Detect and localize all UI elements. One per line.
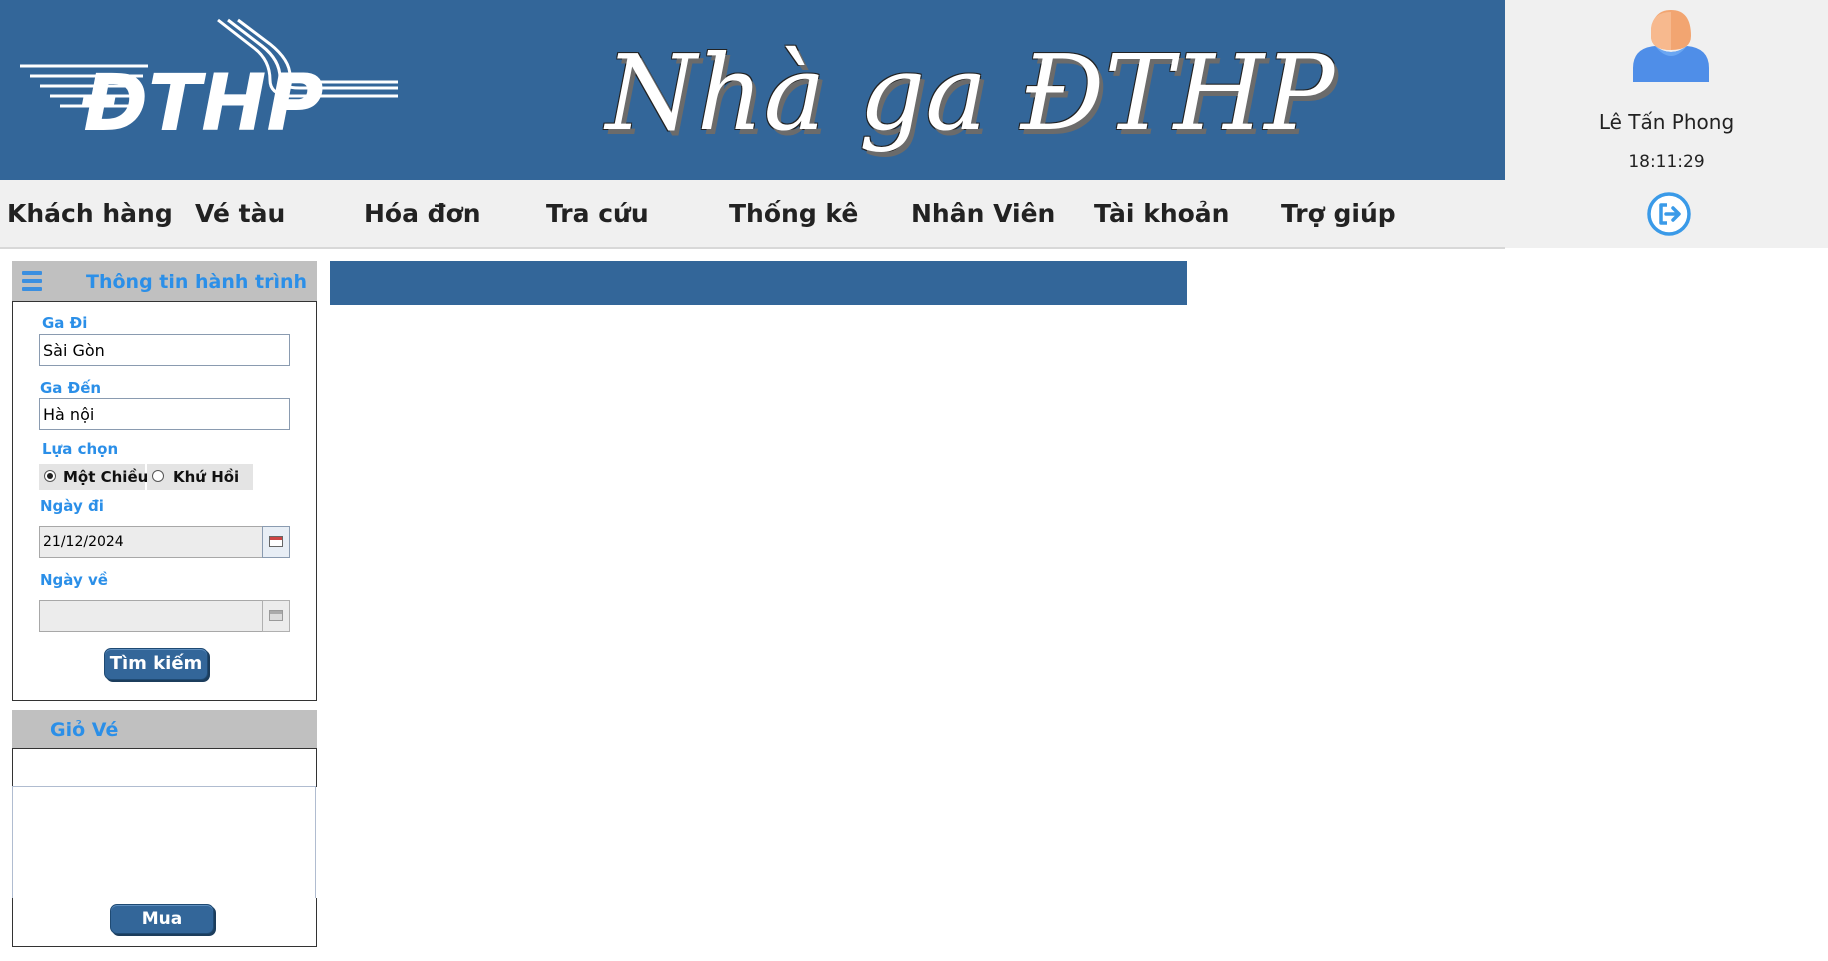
journey-form: Ga Đi Ga Đến Lựa chọn Một Chiều Khứ Hồi … (12, 301, 317, 701)
user-avatar-icon (1633, 10, 1709, 82)
cart-footer: Mua (12, 898, 317, 947)
buy-button[interactable]: Mua (110, 904, 214, 934)
to-station-label: Ga Đến (40, 379, 102, 397)
menu-tra-cuu[interactable]: Tra cứu (546, 180, 649, 247)
trip-option-label: Lựa chọn (42, 440, 119, 458)
from-station-label: Ga Đi (42, 314, 88, 332)
cart-ticket-list[interactable] (12, 786, 316, 899)
depart-date-picker-button[interactable] (262, 526, 290, 558)
cart-title: Giỏ Vé (50, 719, 119, 741)
one-way-radio-circle[interactable] (44, 470, 56, 482)
one-way-label: Một Chiều (63, 468, 149, 486)
user-panel: Lê Tấn Phong 18:11:29 (1505, 0, 1828, 248)
calendar-icon (269, 536, 283, 547)
menu-ve-tau[interactable]: Vé tàu (195, 180, 285, 247)
cart-summary-field[interactable] (12, 748, 317, 787)
menu-hoa-don[interactable]: Hóa đơn (364, 180, 481, 247)
logout-icon[interactable] (1646, 191, 1692, 237)
journey-panel-title: Thông tin hành trình (86, 271, 308, 293)
return-date-field (39, 600, 263, 632)
menu-khach-hang[interactable]: Khách hàng (7, 180, 173, 247)
logo-text: ĐTHP (81, 59, 324, 138)
depart-date-field[interactable]: 21/12/2024 (39, 526, 263, 558)
menu-nhan-vien[interactable]: Nhân Viên (911, 180, 1055, 247)
results-header-bar (330, 261, 1187, 305)
search-button[interactable]: Tìm kiếm (104, 648, 208, 680)
header-banner: ĐTHP Nhà ga ĐTHP (0, 0, 1505, 180)
calendar-icon (269, 610, 283, 621)
menu-tro-giup[interactable]: Trợ giúp (1281, 180, 1396, 247)
menu-thong-ke[interactable]: Thống kê (729, 180, 858, 247)
hamburger-menu-icon[interactable] (22, 271, 42, 291)
return-date-picker-button (262, 600, 290, 632)
round-trip-label: Khứ Hồi (173, 468, 240, 486)
brand-title: Nhà ga ĐTHP (605, 32, 1335, 154)
menu-tai-khoan[interactable]: Tài khoản (1094, 180, 1229, 247)
journey-panel-header: Thông tin hành trình (12, 261, 317, 301)
return-date-label: Ngày về (40, 571, 108, 589)
dthp-logo: ĐTHP (20, 18, 398, 138)
main-menu: Khách hàng Vé tàu Hóa đơn Tra cứu Thống … (0, 180, 1505, 249)
round-trip-radio-circle[interactable] (152, 470, 164, 482)
to-station-input[interactable] (39, 398, 290, 430)
from-station-input[interactable] (39, 334, 290, 366)
depart-date-label: Ngày đi (40, 497, 104, 515)
clock-display: 18:11:29 (1628, 152, 1705, 172)
round-trip-radio[interactable]: Khứ Hồi (147, 464, 253, 490)
user-name: Lê Tấn Phong (1598, 110, 1735, 134)
cart-panel-header: Giỏ Vé (12, 710, 317, 748)
one-way-radio[interactable]: Một Chiều (39, 464, 149, 490)
